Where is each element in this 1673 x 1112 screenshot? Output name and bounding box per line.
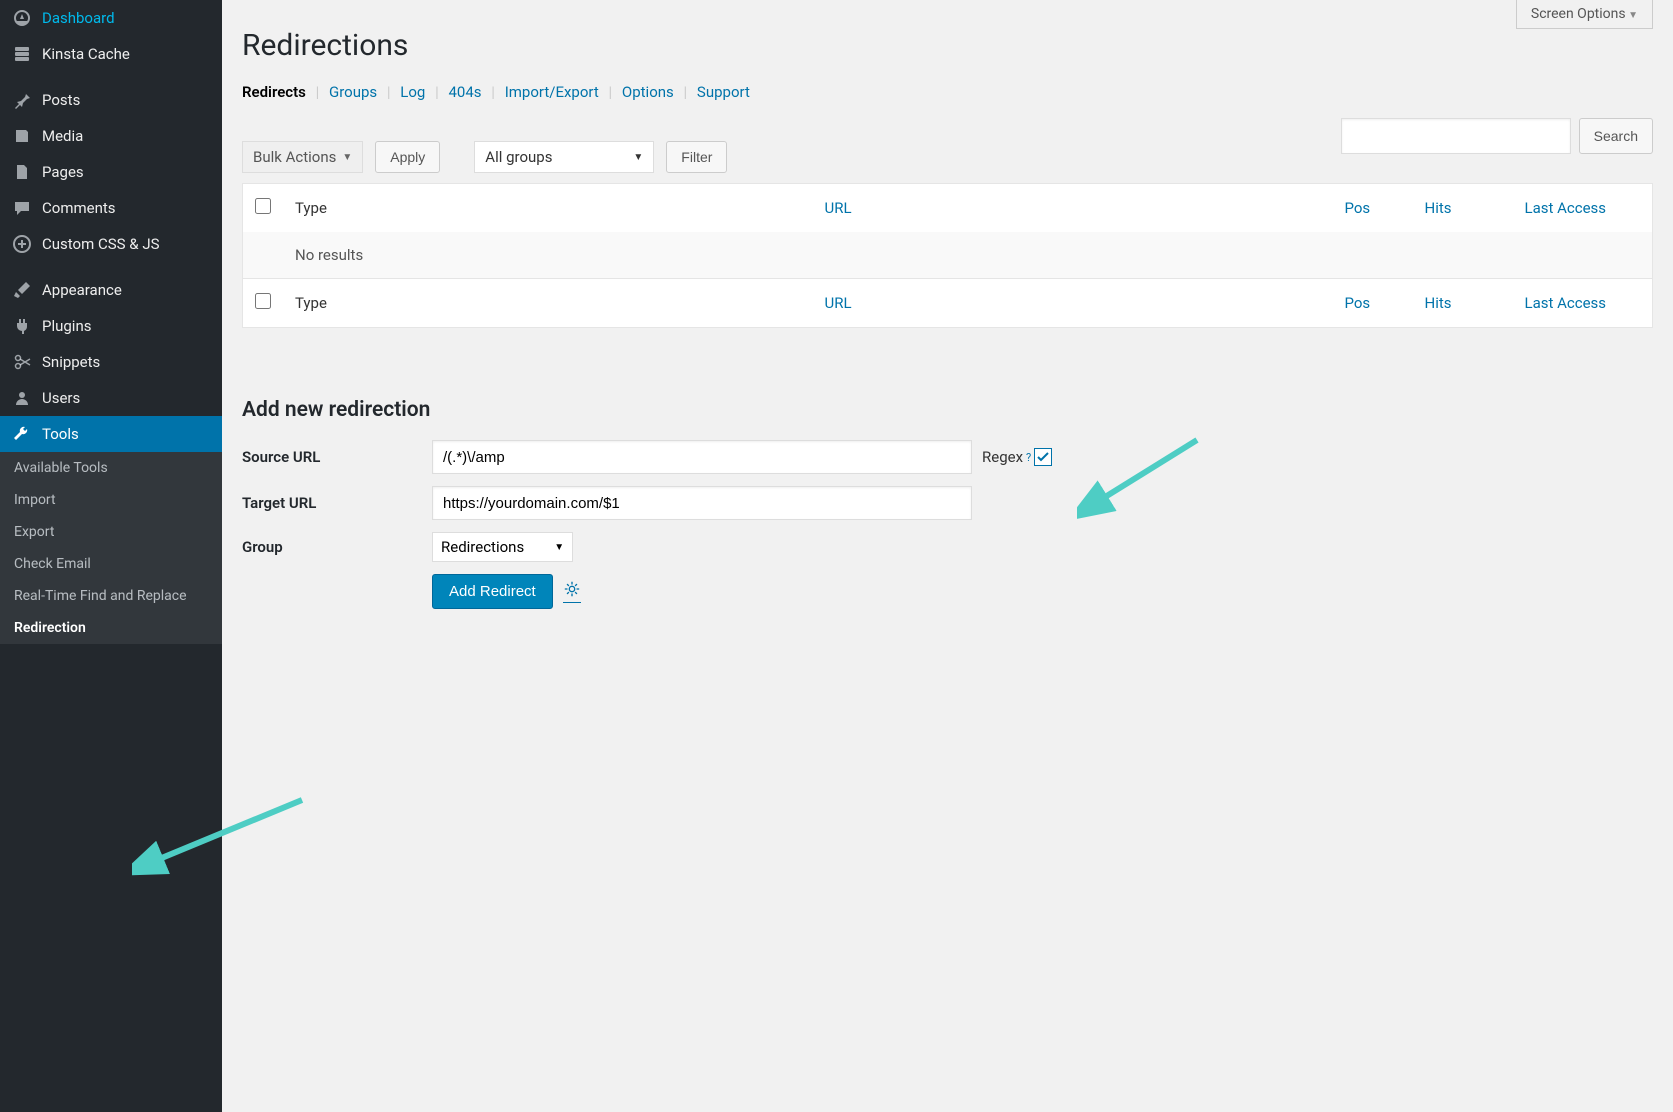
brush-icon [12, 280, 32, 300]
sidebar-item-appearance[interactable]: Appearance [0, 272, 222, 308]
sidebar-subitem-check-email[interactable]: Check Email [0, 548, 222, 580]
sidebar-item-label: Media [42, 127, 83, 145]
apply-button[interactable]: Apply [375, 141, 440, 173]
search-input[interactable] [1341, 118, 1571, 154]
sidebar-subitem-redirection[interactable]: Redirection [0, 612, 222, 644]
sidebar-item-label: Dashboard [42, 9, 115, 27]
tab-log[interactable]: Log [400, 83, 425, 101]
target-url-row: Target URL [242, 486, 1653, 520]
sidebar-item-dashboard[interactable]: Dashboard [0, 0, 222, 36]
plus-circle-icon [12, 234, 32, 254]
sidebar-item-label: Snippets [42, 353, 100, 371]
col-url[interactable]: URL [825, 199, 852, 217]
sidebar-item-tools[interactable]: Tools [0, 416, 222, 452]
col-type-foot: Type [283, 279, 813, 328]
sidebar-item-posts[interactable]: Posts [0, 82, 222, 118]
page-icon [12, 162, 32, 182]
main-content: Screen Options Redirections Redirects | … [222, 0, 1673, 1112]
target-url-input[interactable] [432, 486, 972, 520]
regex-checkbox[interactable] [1034, 448, 1052, 466]
comment-icon [12, 198, 32, 218]
sidebar-subitem-export[interactable]: Export [0, 516, 222, 548]
tab-redirects[interactable]: Redirects [242, 83, 306, 101]
dashboard-icon [12, 8, 32, 28]
col-pos[interactable]: Pos [1345, 199, 1371, 217]
submit-row: Add Redirect [242, 574, 1653, 609]
sidebar-item-label: Custom CSS & JS [42, 235, 160, 253]
tab-import-export[interactable]: Import/Export [505, 83, 599, 101]
sidebar-item-users[interactable]: Users [0, 380, 222, 416]
user-icon [12, 388, 32, 408]
regex-help-link[interactable]: ? [1026, 451, 1031, 464]
sidebar-subitem-available-tools[interactable]: Available Tools [0, 452, 222, 484]
filter-button[interactable]: Filter [666, 141, 727, 173]
gear-icon [563, 580, 581, 602]
col-last-access[interactable]: Last Access [1525, 199, 1607, 217]
tab-options[interactable]: Options [622, 83, 674, 101]
add-redirection-title: Add new redirection [242, 398, 1653, 422]
add-redirect-button[interactable]: Add Redirect [432, 574, 553, 609]
sidebar-item-label: Comments [42, 199, 116, 217]
sidebar-item-media[interactable]: Media [0, 118, 222, 154]
sidebar-subitem-find-replace[interactable]: Real-Time Find and Replace [0, 580, 222, 612]
tab-groups[interactable]: Groups [329, 83, 377, 101]
search-box: Search [1341, 118, 1653, 154]
col-pos-foot[interactable]: Pos [1345, 294, 1371, 312]
wrench-icon [12, 424, 32, 444]
source-url-row: Source URL Regex ? [242, 440, 1653, 474]
media-icon [12, 126, 32, 146]
admin-sidebar: Dashboard Kinsta Cache Posts Media Pages… [0, 0, 222, 1112]
plug-icon [12, 316, 32, 336]
tab-nav: Redirects | Groups | Log | 404s | Import… [242, 83, 1653, 101]
bulk-actions-select[interactable]: Bulk Actions [242, 141, 363, 173]
regex-label: Regex [982, 448, 1023, 466]
page-title: Redirections [242, 0, 1653, 63]
no-results-cell: No results [283, 232, 1653, 279]
col-type: Type [283, 184, 813, 233]
pin-icon [12, 90, 32, 110]
sidebar-item-comments[interactable]: Comments [0, 190, 222, 226]
sidebar-item-label: Posts [42, 91, 80, 109]
select-all-checkbox-top[interactable] [255, 198, 271, 214]
tab-support[interactable]: Support [697, 83, 750, 101]
group-filter-select[interactable]: All groups [474, 141, 654, 173]
sidebar-item-label: Kinsta Cache [42, 45, 130, 63]
scissors-icon [12, 352, 32, 372]
col-last-access-foot[interactable]: Last Access [1525, 294, 1607, 312]
sidebar-item-label: Tools [42, 425, 79, 443]
sidebar-subitem-import[interactable]: Import [0, 484, 222, 516]
database-icon [12, 44, 32, 64]
source-url-input[interactable] [432, 440, 972, 474]
col-hits[interactable]: Hits [1425, 199, 1452, 217]
sidebar-item-plugins[interactable]: Plugins [0, 308, 222, 344]
redirects-table: Type URL Pos Hits Last Access No results… [242, 183, 1653, 328]
sidebar-item-label: Pages [42, 163, 84, 181]
group-select-label: Group [242, 538, 432, 556]
tab-404s[interactable]: 404s [449, 83, 482, 101]
col-url-foot[interactable]: URL [825, 294, 852, 312]
sidebar-item-snippets[interactable]: Snippets [0, 344, 222, 380]
sidebar-item-pages[interactable]: Pages [0, 154, 222, 190]
source-url-label: Source URL [242, 448, 432, 466]
sidebar-item-label: Users [42, 389, 80, 407]
search-button[interactable]: Search [1579, 118, 1653, 154]
screen-options-toggle[interactable]: Screen Options [1516, 0, 1653, 29]
group-row: Group Redirections [242, 532, 1653, 562]
sidebar-item-label: Plugins [42, 317, 91, 335]
col-hits-foot[interactable]: Hits [1425, 294, 1452, 312]
target-url-label: Target URL [242, 494, 432, 512]
advanced-options-toggle[interactable] [563, 580, 581, 603]
sidebar-item-kinsta-cache[interactable]: Kinsta Cache [0, 36, 222, 72]
sidebar-item-custom-css-js[interactable]: Custom CSS & JS [0, 226, 222, 262]
group-select[interactable]: Redirections [432, 532, 573, 562]
select-all-checkbox-bottom[interactable] [255, 293, 271, 309]
sidebar-item-label: Appearance [42, 281, 122, 299]
